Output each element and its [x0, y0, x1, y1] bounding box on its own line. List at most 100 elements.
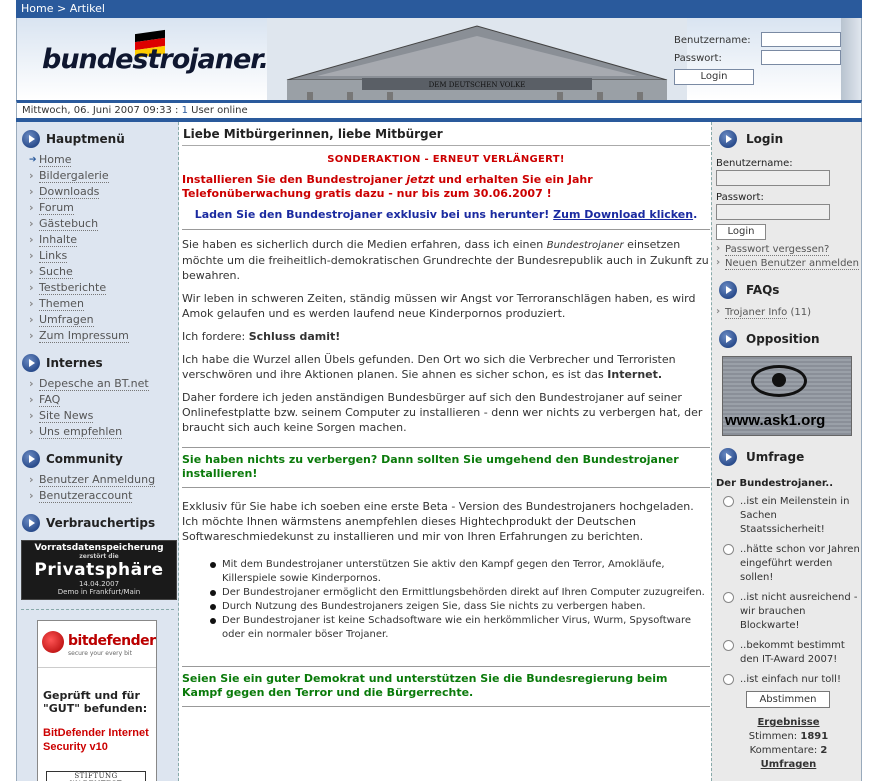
header-side-image: [841, 18, 861, 100]
menu-item-gaestebuch[interactable]: Gästebuch: [27, 216, 178, 232]
poll-option[interactable]: ..ist ein Meilenstein in Sachen Staatssi…: [716, 495, 861, 537]
poll-option[interactable]: ..ist einfach nur toll!: [716, 673, 861, 687]
menu-item-forum[interactable]: Forum: [27, 200, 178, 216]
header-password-input[interactable]: [761, 50, 841, 65]
menu-item-downloads[interactable]: Downloads: [27, 184, 178, 200]
arrow-circle-icon: [22, 514, 40, 532]
arrow-circle-icon: [22, 354, 40, 372]
breadcrumb-separator: >: [53, 2, 70, 15]
date-text: Mittwoch, 06. Juni 2007 09:33 :: [22, 105, 182, 116]
radio-button[interactable]: [723, 544, 734, 555]
green-callout-1: Sie haben nichts zu verbergen? Dann soll…: [182, 453, 679, 480]
vote-button[interactable]: Abstimmen: [746, 691, 830, 708]
paragraph-2: Wir leben in schweren Zeiten, ständig mü…: [182, 292, 696, 320]
menu-item-depesche[interactable]: Depesche an BT.net: [27, 376, 178, 392]
menu-item-benutzer-anmeldung[interactable]: Benutzer Anmeldung: [27, 472, 178, 488]
menu-item-faq[interactable]: FAQ: [27, 392, 178, 408]
ad-tagline: secure your every bit: [68, 650, 132, 657]
main-content: Liebe Mitbürgerinnen, liebe Mitbürger SO…: [180, 122, 710, 781]
arrow-circle-icon: [22, 130, 40, 148]
header-login-button[interactable]: Login: [674, 69, 754, 85]
radio-button[interactable]: [723, 496, 734, 507]
username-label: Benutzername:: [716, 158, 793, 169]
status-bar: Mittwoch, 06. Juni 2007 09:33 : 1 User o…: [16, 100, 862, 119]
poll-option[interactable]: ..bekommt bestimmt den IT-Award 2007!: [716, 639, 861, 667]
hauptmenu-title: Hauptmenü: [46, 132, 125, 146]
arrow-circle-icon: [719, 448, 737, 466]
menu-item-benutzeraccount[interactable]: Benutzeraccount: [27, 488, 178, 504]
community-list: Benutzer Anmeldung Benutzeraccount: [17, 472, 178, 504]
promo-text: Installieren Sie den Bundestrojaner jetz…: [182, 173, 593, 200]
login-button[interactable]: Login: [716, 224, 766, 240]
faqs-title: FAQs: [746, 283, 780, 297]
site-header: bundestrojaner.net DEM DEUTSCHEN VOLKE B…: [16, 18, 862, 100]
paragraph-6: Exklusiv für Sie habe ich soeben eine er…: [182, 500, 694, 543]
login-title: Login: [746, 132, 784, 146]
content-divider: [182, 666, 710, 668]
poll-question: Der Bundestrojaner..: [716, 478, 834, 489]
votes-row: Stimmen: 1891: [748, 731, 829, 742]
breadcrumb-home-link[interactable]: Home: [21, 2, 53, 15]
menu-item-themen[interactable]: Themen: [27, 296, 178, 312]
list-item: Mit dem Bundestrojaner unterstützen Sie …: [210, 558, 710, 586]
green-callout-2: Seien Sie ein guter Demokrat und unterst…: [182, 672, 668, 699]
bitdefender-ad[interactable]: bitdefender secure your every bit Geprüf…: [37, 620, 157, 781]
username-input[interactable]: [716, 170, 830, 186]
ask1-logo-icon: [751, 365, 807, 397]
comments-row: Kommentare: 2: [749, 745, 828, 756]
radio-button[interactable]: [723, 674, 734, 685]
menu-item-empfehlen[interactable]: Uns empfehlen: [27, 424, 178, 440]
content-divider: [182, 487, 710, 489]
menu-item-home[interactable]: Home: [27, 152, 178, 168]
paragraph-1: Sie haben es sicherlich durch die Medien…: [182, 238, 709, 282]
header-login-form: Benutzername: Passwort: Login: [672, 32, 861, 85]
radio-button[interactable]: [723, 592, 734, 603]
menu-item-testberichte[interactable]: Testberichte: [27, 280, 178, 296]
poll-results: Ergebnisse Stimmen: 1891 Kommentare: 2 U…: [716, 716, 861, 772]
content-divider: [182, 706, 710, 708]
left-sidebar: Hauptmenü Home Bildergalerie Downloads F…: [16, 122, 179, 781]
header-username-label: Benutzername:: [674, 35, 751, 46]
banner-line4: 14.04.2007: [78, 580, 120, 588]
poll-option[interactable]: ..ist nicht ausreichend - wir brauchen B…: [716, 591, 861, 633]
privatsphaere-banner[interactable]: Vorratsdatenspeicherung zerstört die Pri…: [21, 540, 177, 600]
register-link[interactable]: Neuen Benutzer anmelden: [716, 256, 861, 271]
menu-item-links[interactable]: Links: [27, 248, 178, 264]
arrow-circle-icon: [22, 450, 40, 468]
internes-list: Depesche an BT.net FAQ Site News Uns emp…: [17, 376, 178, 440]
content-divider: [182, 229, 710, 231]
more-polls-link[interactable]: Umfragen: [716, 758, 861, 772]
verbrauchertips-title: Verbrauchertips: [46, 516, 156, 530]
download-link[interactable]: Zum Download klicken: [553, 208, 693, 221]
poll-option[interactable]: ..hätte schon vor Jahren eingeführt werd…: [716, 543, 861, 585]
banner-line2: zerstört die: [79, 553, 119, 560]
login-links: Passwort vergessen? Neuen Benutzer anmel…: [716, 242, 861, 271]
ad-text1: Geprüft und für "GUT" befunden:: [43, 689, 148, 715]
breadcrumb-current[interactable]: Artikel: [70, 2, 105, 15]
paragraph-4: Ich habe die Wurzel allen Übels gefunden…: [182, 353, 676, 381]
password-label: Passwort:: [716, 192, 764, 203]
content-divider: [182, 447, 710, 449]
banner-line5: Demo in Frankfurt/Main: [57, 588, 141, 596]
menu-item-impressum[interactable]: Zum Impressum: [27, 328, 178, 344]
users-online-label: User online: [187, 105, 248, 116]
ad-brand: bitdefender: [68, 633, 156, 649]
menu-item-umfragen[interactable]: Umfragen: [27, 312, 178, 328]
forgot-password-link[interactable]: Passwort vergessen?: [716, 242, 861, 257]
list-item: Der Bundestrojaner ist keine Schadsoftwa…: [210, 614, 710, 642]
faq-links: Trojaner Info (11): [716, 305, 861, 320]
password-input[interactable]: [716, 204, 830, 220]
menu-item-bildergalerie[interactable]: Bildergalerie: [27, 168, 178, 184]
header-password-label: Passwort:: [674, 53, 722, 64]
results-link[interactable]: Ergebnisse: [716, 716, 861, 730]
hauptmenu-list: Home Bildergalerie Downloads Forum Gäste…: [17, 152, 178, 344]
radio-button[interactable]: [723, 640, 734, 651]
faq-link[interactable]: Trojaner Info (11): [716, 305, 861, 320]
menu-item-site-news[interactable]: Site News: [27, 408, 178, 424]
header-username-input[interactable]: [761, 32, 841, 47]
menu-item-suche[interactable]: Suche: [27, 264, 178, 280]
ask1-banner[interactable]: www.ask1.org: [722, 356, 852, 436]
banner-line1: Vorratsdatenspeicherung: [34, 543, 164, 553]
menu-item-inhalte[interactable]: Inhalte: [27, 232, 178, 248]
ask1-text: www.ask1.org: [725, 412, 826, 429]
